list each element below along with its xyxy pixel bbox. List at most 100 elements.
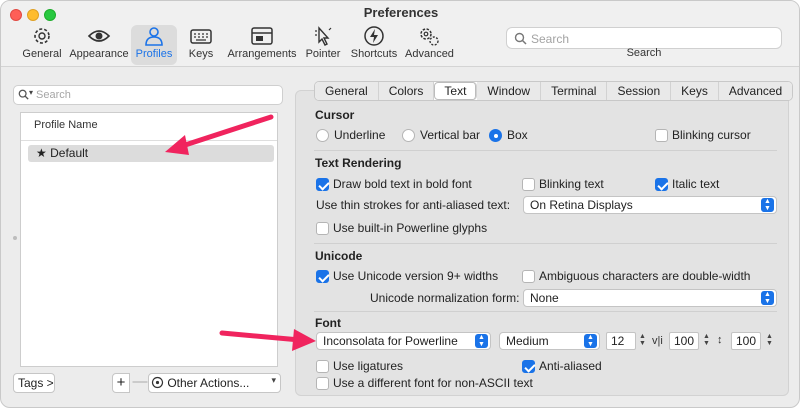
blinking-cursor-checkbox[interactable] (655, 129, 668, 142)
tab-text[interactable]: Text (434, 82, 478, 100)
cursor-heading: Cursor (315, 108, 355, 122)
vertical-spacing-icon: ↕ (717, 334, 723, 346)
normalization-value: None (530, 291, 559, 305)
gear-icon (151, 376, 164, 392)
anti-aliased-label: Anti-aliased (539, 359, 602, 373)
tab-keys[interactable]: Keys (671, 82, 719, 100)
unicode9-checkbox[interactable] (316, 270, 329, 283)
toolbar-label: Keys (188, 48, 214, 60)
divider (314, 243, 777, 244)
annotation-arrow-icon (165, 114, 274, 155)
cursor-underline-radio[interactable] (316, 129, 329, 142)
ambiguous-width-label: Ambiguous characters are double-width (539, 269, 751, 283)
horizontal-spacing-icon: v|i (652, 335, 663, 347)
blinking-text-checkbox[interactable] (522, 178, 535, 191)
italic-text-checkbox[interactable] (655, 178, 668, 191)
profile-name: Default (50, 146, 89, 160)
blinking-cursor-label: Blinking cursor (672, 128, 751, 142)
bold-font-label: Draw bold text in bold font (333, 177, 472, 191)
chevron-down-icon: ▾ (271, 375, 276, 385)
lightning-icon (349, 25, 399, 47)
ligatures-checkbox[interactable] (316, 360, 329, 373)
toolbar-pointer[interactable]: Pointer (304, 25, 342, 65)
thin-strokes-label: Use thin strokes for anti-aliased text: (316, 198, 511, 212)
toolbar-appearance[interactable]: Appearance (69, 25, 129, 65)
italic-text-label: Italic text (672, 177, 720, 191)
text-rendering-heading: Text Rendering (315, 156, 402, 170)
chevron-down-icon[interactable]: ▾ (29, 88, 33, 97)
toolbar-shortcuts[interactable]: Shortcuts (349, 25, 399, 65)
tab-session[interactable]: Session (607, 82, 672, 100)
toolbar-label: Pointer (305, 48, 341, 60)
annotation-arrow-icon (219, 329, 316, 351)
other-actions-button[interactable]: Other Actions... ▾ (148, 373, 281, 393)
toolbar-label: Advanced (405, 48, 454, 60)
toolbar-profiles[interactable]: Profiles (131, 25, 177, 65)
powerline-glyphs-checkbox[interactable] (316, 222, 329, 235)
tab-window[interactable]: Window (477, 82, 542, 100)
thin-strokes-value: On Retina Displays (530, 198, 633, 212)
bold-font-checkbox[interactable] (316, 178, 329, 191)
search-icon (18, 89, 29, 103)
updown-chevron-icon: ▲ ▼ (475, 334, 488, 348)
non-ascii-font-label: Use a different font for non-ASCII text (333, 376, 533, 390)
gears-icon (405, 25, 453, 47)
cursor-box-radio[interactable] (489, 129, 502, 142)
font-family-select[interactable]: Inconsolata for Powerline ▲ ▼ (316, 332, 491, 350)
divider (314, 311, 777, 312)
eye-icon (69, 25, 129, 47)
font-family-value: Inconsolata for Powerline (323, 334, 458, 348)
tab-colors[interactable]: Colors (378, 82, 435, 100)
search-placeholder: Search (36, 89, 71, 101)
toolbar-label: Profiles (135, 48, 173, 60)
toolbar-search-input[interactable]: Search (506, 27, 782, 49)
tab-terminal[interactable]: Terminal (541, 82, 608, 100)
powerline-glyphs-label: Use built-in Powerline glyphs (333, 221, 488, 235)
settings-tabs: General Colors Text Window Terminal Sess… (314, 81, 794, 101)
tags-button[interactable]: Tags > (13, 373, 55, 393)
font-weight-select[interactable]: Medium ▲ ▼ (499, 332, 600, 350)
add-profile-button[interactable]: + (112, 373, 130, 393)
cursor-vertical-bar-radio[interactable] (402, 129, 415, 142)
font-weight-value: Medium (506, 334, 549, 348)
vertical-spacing-stepper[interactable]: ▲ ▼ (765, 333, 774, 349)
titlebar: Preferences General Appearance Profiles … (1, 1, 799, 67)
updown-chevron-icon: ▲ ▼ (761, 291, 774, 305)
toolbar-label: Shortcuts (350, 48, 398, 60)
unicode9-label: Use Unicode version 9+ widths (333, 269, 499, 283)
font-size-stepper[interactable]: ▲ ▼ (638, 333, 647, 349)
ambiguous-width-checkbox[interactable] (522, 270, 535, 283)
split-view-handle[interactable] (13, 236, 17, 240)
anti-aliased-checkbox[interactable] (522, 360, 535, 373)
gear-icon (21, 25, 63, 47)
normalization-label: Unicode normalization form: (370, 291, 520, 305)
window-icon (227, 25, 297, 47)
normalization-select[interactable]: None ▲ ▼ (523, 289, 777, 307)
profile-search-input[interactable]: ▾ Search (13, 85, 283, 105)
vertical-spacing-field[interactable]: 100 (731, 332, 761, 350)
keyboard-icon (185, 25, 217, 47)
search-placeholder: Search (531, 32, 570, 46)
non-ascii-font-checkbox[interactable] (316, 377, 329, 390)
toolbar-keys[interactable]: Keys (185, 25, 217, 65)
tab-general[interactable]: General (315, 82, 379, 100)
search-icon (514, 32, 527, 48)
horizontal-spacing-field[interactable]: 100 (669, 332, 699, 350)
remove-profile-button[interactable]: — (132, 373, 148, 393)
font-size-field[interactable]: 12 (606, 332, 636, 350)
thin-strokes-select[interactable]: On Retina Displays ▲ ▼ (523, 196, 777, 214)
star-icon: ★ (36, 146, 47, 160)
horizontal-spacing-stepper[interactable]: ▲ ▼ (702, 333, 711, 349)
cursor-box-label: Box (507, 128, 528, 142)
updown-chevron-icon: ▲ ▼ (761, 198, 774, 212)
pointer-icon (304, 25, 342, 47)
window-title: Preferences (363, 5, 439, 20)
toolbar-general[interactable]: General (21, 25, 63, 65)
tab-advanced[interactable]: Advanced (718, 82, 793, 100)
ligatures-label: Use ligatures (333, 359, 404, 373)
toolbar-label: Arrangements (227, 48, 297, 60)
toolbar-arrangements[interactable]: Arrangements (227, 25, 297, 65)
person-icon (131, 25, 177, 47)
toolbar-advanced[interactable]: Advanced (405, 25, 454, 65)
search-caption: Search (626, 47, 662, 59)
